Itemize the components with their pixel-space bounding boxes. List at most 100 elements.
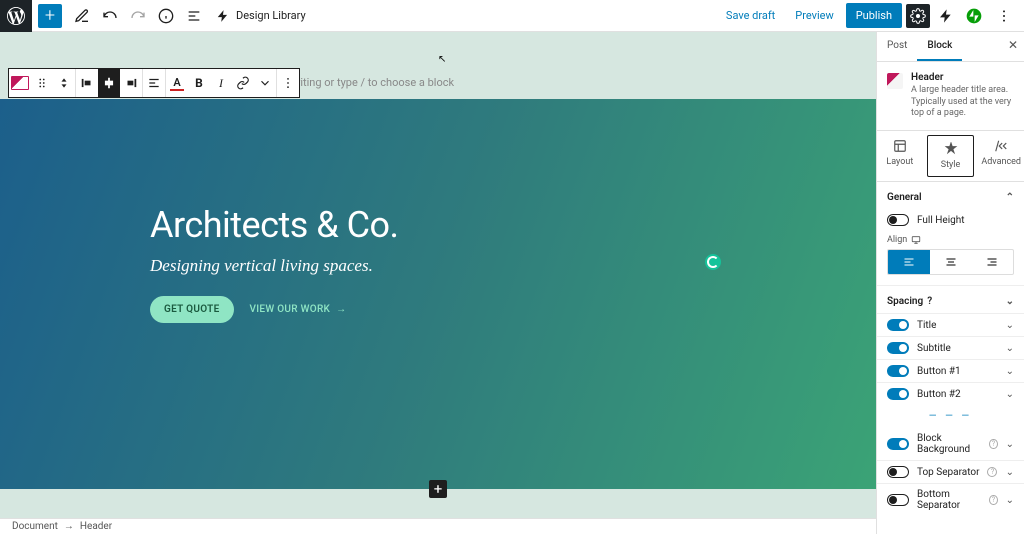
- chevron-down-icon[interactable]: ⌄: [1006, 366, 1014, 377]
- italic-icon[interactable]: I: [210, 69, 232, 97]
- responsive-icon[interactable]: [911, 235, 921, 245]
- undo-icon[interactable]: [98, 4, 122, 28]
- breadcrumb: Document → Header: [0, 518, 876, 534]
- row-block-background: Block Background ? ⌄: [877, 428, 1024, 460]
- redo-icon[interactable]: [126, 4, 150, 28]
- chevron-down-icon[interactable]: ⌄: [1006, 343, 1014, 354]
- info-icon[interactable]: ?: [989, 439, 997, 449]
- block-type-icon[interactable]: [9, 69, 31, 97]
- align-right-icon[interactable]: [120, 69, 142, 97]
- chevron-down-icon: ⌄: [1006, 296, 1014, 307]
- edit-icon[interactable]: [70, 4, 94, 28]
- align-button-group: [887, 249, 1014, 275]
- link-icon[interactable]: [232, 69, 254, 97]
- align-left-button[interactable]: [888, 250, 930, 274]
- panel-layout[interactable]: Layout: [877, 131, 923, 181]
- align-center-icon[interactable]: [98, 69, 120, 97]
- header-block-icon: [887, 73, 903, 89]
- breadcrumb-document[interactable]: Document: [12, 521, 58, 532]
- row-bottom-separator: Bottom Separator ? ⌄: [877, 484, 1024, 516]
- outline-icon[interactable]: [182, 4, 206, 28]
- section-spacing[interactable]: Spacing? ⌄: [877, 286, 1024, 313]
- block-placeholder[interactable]: t writing or type / to choose a block: [282, 76, 454, 89]
- toggle-bottom-sep[interactable]: [887, 494, 909, 506]
- row-full-height: Full Height: [877, 209, 1024, 231]
- arrow-right-icon: →: [336, 304, 346, 315]
- sidebar-panels: Layout Style Advanced: [877, 131, 1024, 182]
- grammarly-icon[interactable]: [705, 254, 721, 270]
- row-subtitle: Subtitle ⌄: [877, 337, 1024, 359]
- info-icon[interactable]: ?: [987, 467, 997, 477]
- info-icon[interactable]: ?: [927, 296, 932, 307]
- close-sidebar-icon[interactable]: ✕: [1008, 38, 1018, 52]
- header-title[interactable]: Architects & Co.: [150, 204, 876, 246]
- info-icon[interactable]: ?: [989, 495, 998, 505]
- stackable-icon[interactable]: [934, 4, 958, 28]
- bold-icon[interactable]: B: [188, 69, 210, 97]
- drag-handle-icon[interactable]: [31, 69, 53, 97]
- chevron-down-icon[interactable]: ⌄: [1006, 320, 1014, 331]
- block-card-title: Header: [911, 72, 1014, 83]
- block-toolbar: A B I: [8, 68, 300, 98]
- design-library-label: Design Library: [236, 9, 306, 22]
- bolt-icon: [216, 9, 230, 23]
- advanced-icon: [994, 139, 1008, 153]
- settings-icon[interactable]: [906, 4, 930, 28]
- view-work-button[interactable]: VIEW OUR WORK →: [250, 304, 347, 315]
- section-general[interactable]: General ⌃: [877, 182, 1024, 209]
- tab-block[interactable]: Block: [917, 32, 962, 61]
- header-block[interactable]: Architects & Co. Designing vertical livi…: [0, 99, 876, 489]
- panel-style[interactable]: Style: [927, 135, 975, 177]
- move-arrows-icon[interactable]: [53, 69, 75, 97]
- chevron-down-icon[interactable]: ⌄: [1006, 439, 1014, 450]
- breadcrumb-arrow-icon: →: [64, 521, 74, 532]
- layout-icon: [893, 139, 907, 153]
- align-center-button[interactable]: [930, 250, 972, 274]
- chevron-up-icon: ⌃: [1006, 192, 1014, 203]
- add-block-below-button[interactable]: +: [429, 480, 447, 498]
- toggle-title[interactable]: [887, 319, 909, 331]
- panel-advanced[interactable]: Advanced: [978, 131, 1024, 181]
- block-card: Header A large header title area. Typica…: [877, 62, 1024, 131]
- row-button1: Button #1 ⌄: [877, 360, 1024, 382]
- more-options-icon[interactable]: [992, 4, 1016, 28]
- divider-dots: — — —: [877, 405, 1024, 428]
- more-format-icon[interactable]: [254, 69, 276, 97]
- block-more-icon[interactable]: [277, 69, 299, 97]
- row-top-separator: Top Separator ? ⌄: [877, 461, 1024, 483]
- align-left-icon[interactable]: [76, 69, 98, 97]
- toggle-subtitle[interactable]: [887, 342, 909, 354]
- toggle-button1[interactable]: [887, 365, 909, 377]
- style-icon: [944, 142, 958, 156]
- block-card-desc: A large header title area. Typically use…: [911, 85, 1014, 120]
- content-width-icon[interactable]: [143, 69, 165, 97]
- toggle-block-bg[interactable]: [887, 438, 909, 450]
- tab-post[interactable]: Post: [877, 32, 917, 61]
- jetpack-icon[interactable]: [962, 4, 986, 28]
- wordpress-logo[interactable]: [0, 0, 32, 32]
- save-draft-button[interactable]: Save draft: [718, 5, 783, 26]
- get-quote-button[interactable]: GET QUOTE: [150, 296, 234, 323]
- publish-button[interactable]: Publish: [846, 3, 902, 28]
- design-library-button[interactable]: Design Library: [216, 9, 306, 23]
- editor-canvas: ↖ t writing or type / to choose a block …: [0, 32, 876, 518]
- row-title: Title ⌄: [877, 314, 1024, 336]
- label-align: Align: [877, 231, 1024, 245]
- view-work-label: VIEW OUR WORK: [250, 304, 331, 315]
- breadcrumb-block[interactable]: Header: [80, 521, 112, 532]
- preview-button[interactable]: Preview: [787, 5, 841, 26]
- cursor-icon: ↖: [438, 54, 446, 65]
- top-toolbar: + Design Library Save draft Preview Publ…: [0, 0, 1024, 32]
- header-subtitle[interactable]: Designing vertical living spaces.: [150, 256, 876, 276]
- chevron-down-icon[interactable]: ⌄: [1006, 389, 1014, 400]
- chevron-down-icon[interactable]: ⌄: [1006, 495, 1014, 506]
- chevron-down-icon[interactable]: ⌄: [1006, 467, 1014, 478]
- align-right-button[interactable]: [971, 250, 1013, 274]
- add-block-button[interactable]: +: [38, 4, 62, 28]
- row-button2: Button #2 ⌄: [877, 383, 1024, 405]
- toggle-button2[interactable]: [887, 388, 909, 400]
- text-color-icon[interactable]: A: [166, 69, 188, 97]
- info-icon[interactable]: [154, 4, 178, 28]
- toggle-full-height[interactable]: [887, 214, 909, 226]
- toggle-top-sep[interactable]: [887, 466, 909, 478]
